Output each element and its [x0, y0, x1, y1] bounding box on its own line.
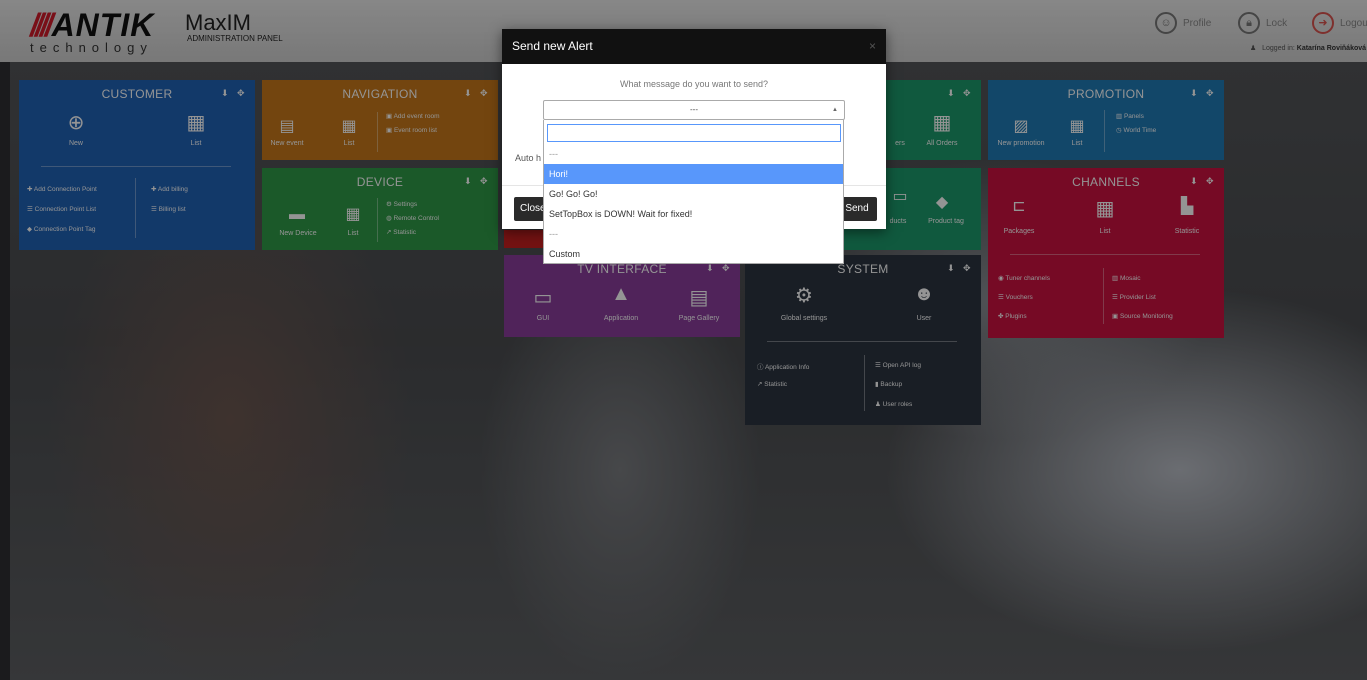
dropdown-option[interactable]: SetTopBox is DOWN! Wait for fixed!: [544, 204, 843, 224]
modal-header: Send new Alert ×: [502, 29, 886, 64]
message-select-value: ---: [690, 105, 698, 114]
dropdown-option[interactable]: Go! Go! Go!: [544, 184, 843, 204]
dropdown-option[interactable]: ---: [544, 224, 843, 244]
message-select[interactable]: --- ▲: [543, 100, 845, 120]
dropdown-option[interactable]: Custom: [544, 244, 843, 264]
auto-hide-label: Auto h: [515, 153, 542, 163]
dropdown-option-highlighted[interactable]: Hori!: [544, 164, 843, 184]
message-dropdown: --- Hori! Go! Go! Go! SetTopBox is DOWN!…: [543, 120, 844, 264]
dropdown-option[interactable]: ---: [544, 144, 843, 164]
caret-up-icon: ▲: [832, 107, 838, 113]
alert-question: What message do you want to send?: [619, 79, 769, 89]
close-icon[interactable]: ×: [869, 29, 876, 64]
modal-title: Send new Alert: [512, 39, 593, 53]
dropdown-search-input[interactable]: [547, 124, 841, 142]
